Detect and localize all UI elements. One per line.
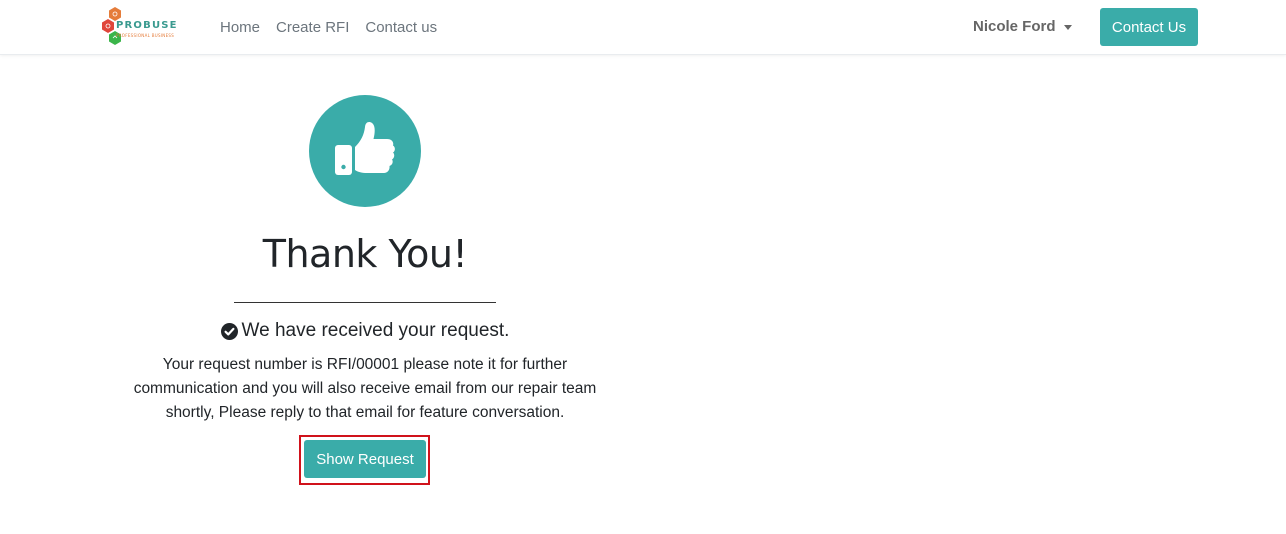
request-message: Your request number is RFI/00001 please … (133, 356, 597, 421)
brand-name: PROBUSE (116, 20, 178, 31)
received-text: We have received your request. (241, 320, 510, 341)
main-nav: Home Create RFI Contact us (220, 0, 453, 55)
check-circle-icon (220, 322, 238, 340)
thumbs-up-icon (335, 122, 395, 175)
user-menu-dropdown[interactable]: Nicole Ford (973, 18, 1072, 35)
caret-down-icon (1063, 24, 1072, 30)
user-name: Nicole Ford (973, 18, 1056, 35)
nav-contact-link[interactable]: Contact us (365, 19, 437, 36)
brand-logo[interactable]: PROBUSE PROFESSIONAL BUSINESS (100, 6, 180, 48)
nav-create-rfi-link[interactable]: Create RFI (276, 19, 349, 36)
brand-tagline: PROFESSIONAL BUSINESS (116, 33, 175, 38)
nav-home-link[interactable]: Home (220, 19, 260, 36)
show-request-button[interactable]: Show Request (304, 440, 426, 478)
page-title: Thank You! (262, 232, 468, 276)
thumbs-up-badge (309, 95, 421, 207)
title-divider (234, 302, 496, 303)
contact-us-button[interactable]: Contact Us (1100, 8, 1198, 46)
received-confirmation: We have received your request. (115, 320, 615, 342)
top-navbar: PROBUSE PROFESSIONAL BUSINESS Home Creat… (0, 0, 1286, 55)
